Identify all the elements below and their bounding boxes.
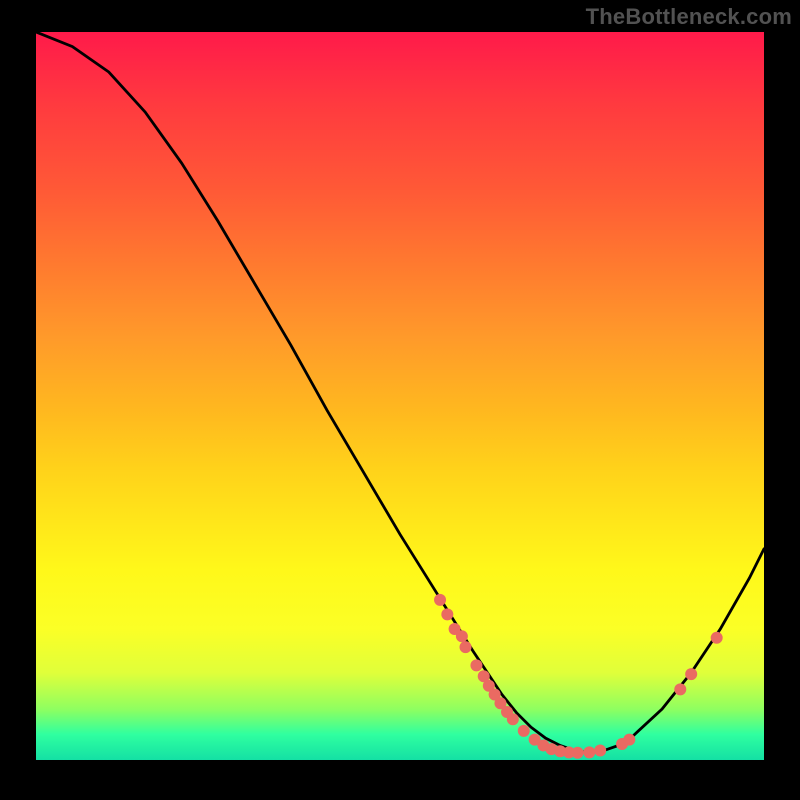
curve-marker: [441, 608, 453, 620]
bottleneck-curve: [36, 32, 764, 753]
chart-frame: TheBottleneck.com: [0, 0, 800, 800]
curve-layer: [36, 32, 764, 760]
curve-marker: [460, 641, 472, 653]
curve-marker: [434, 594, 446, 606]
curve-markers: [434, 594, 723, 759]
curve-marker: [583, 746, 595, 758]
curve-marker: [711, 632, 723, 644]
curve-marker: [572, 747, 584, 759]
curve-marker: [518, 725, 530, 737]
curve-marker: [594, 745, 606, 757]
curve-marker: [507, 713, 519, 725]
plot-area: [36, 32, 764, 760]
curve-marker: [685, 668, 697, 680]
curve-marker: [674, 683, 686, 695]
curve-marker: [470, 659, 482, 671]
curve-marker: [456, 630, 468, 642]
curve-marker: [623, 734, 635, 746]
watermark-text: TheBottleneck.com: [586, 4, 792, 30]
